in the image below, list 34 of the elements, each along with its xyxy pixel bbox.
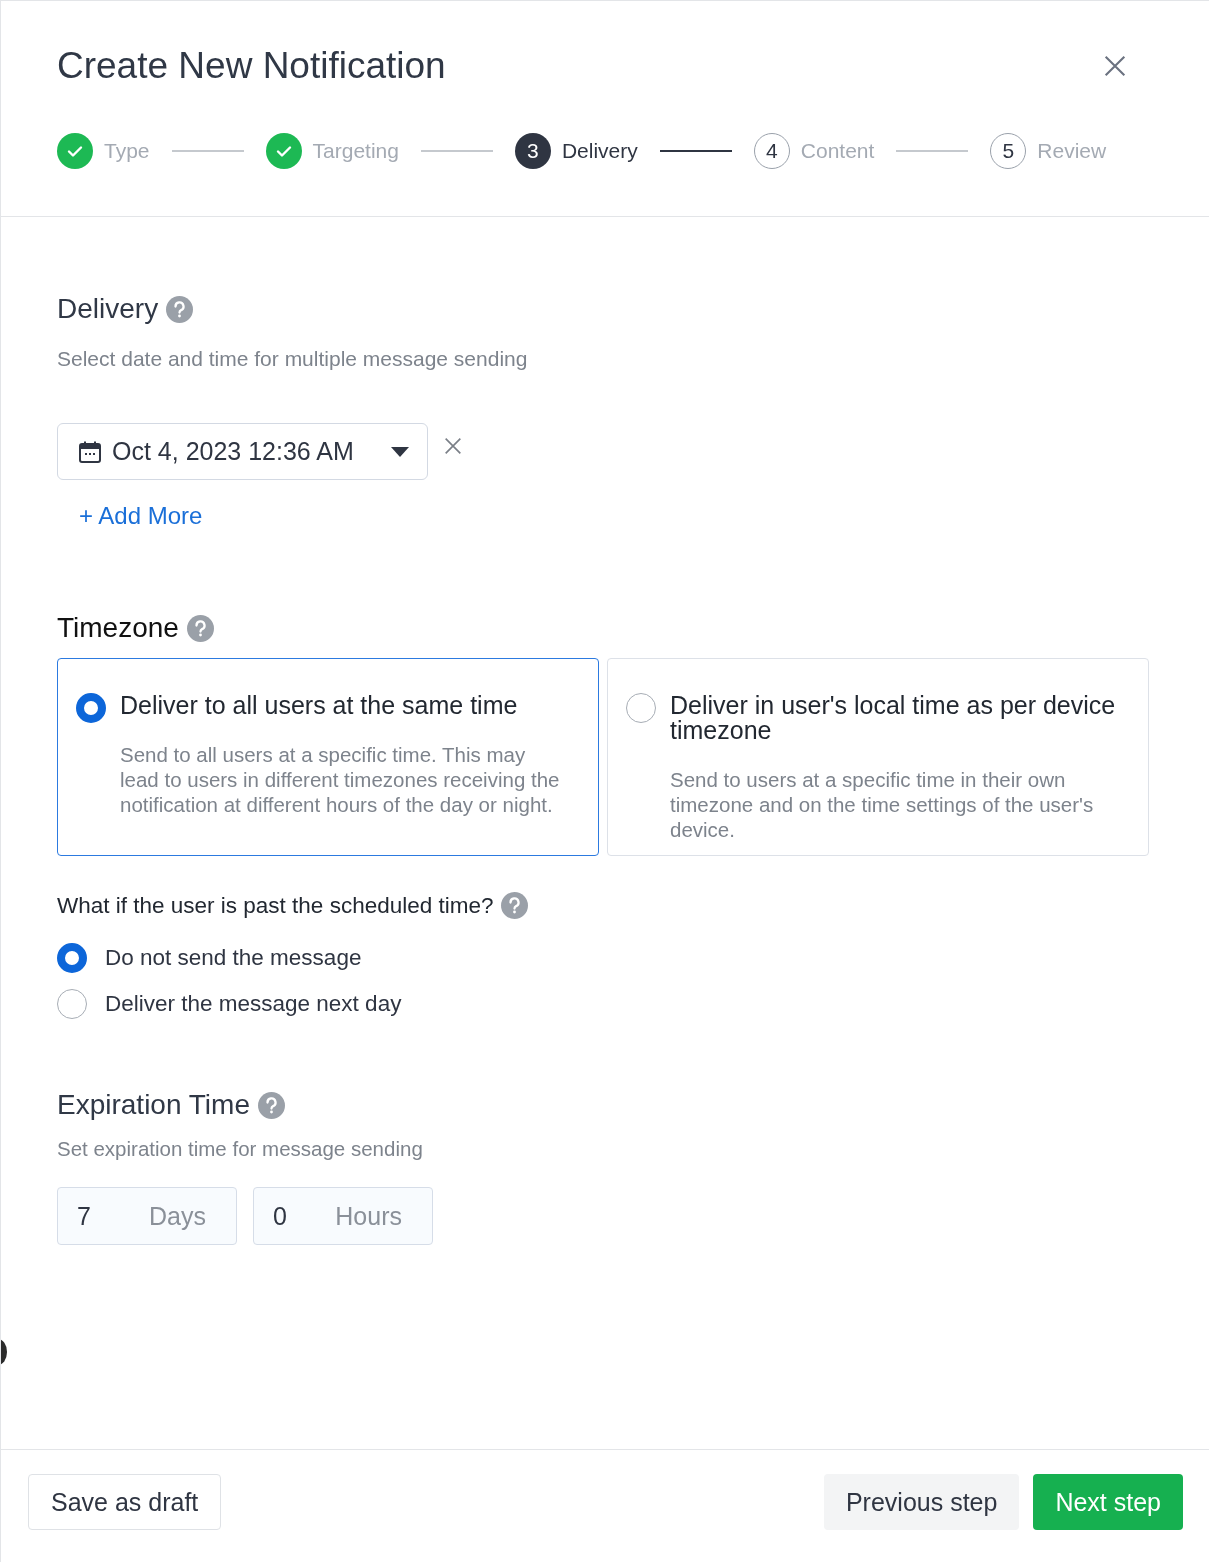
help-icon[interactable]: [257, 1091, 285, 1119]
question-label: What if the user is past the scheduled time?: [57, 892, 494, 919]
date-time-picker[interactable]: Oct 4, 2023 12:36 AM: [57, 423, 428, 480]
help-icon[interactable]: [501, 892, 529, 919]
calendar-icon: [78, 439, 102, 464]
radio-label: Do not send the message: [105, 945, 362, 971]
option-description: Send to all users at a specific time. This may lead to users in different timezones receiving the notification at different hours of the day or night.: [120, 742, 561, 817]
section-description: Set expiration time for message sending: [57, 1137, 424, 1161]
save-draft-button[interactable]: Save as draft: [28, 1474, 222, 1530]
section-description: Select date and time for multiple message sending: [57, 347, 529, 371]
option-title: Deliver in user's local time as per device timezone: [670, 693, 1117, 743]
dialog-title: Create New Notification: [57, 45, 446, 87]
radio-label: Deliver the message next day: [105, 991, 402, 1017]
radio-button[interactable]: [76, 693, 106, 723]
previous-step-button[interactable]: Previous step: [823, 1474, 1020, 1530]
dropdown-caret-icon: [391, 446, 409, 457]
help-icon[interactable]: [166, 295, 194, 323]
duration-input-field[interactable]: 0 Hours: [253, 1187, 433, 1245]
remove-date-button[interactable]: [442, 435, 464, 457]
help-icon[interactable]: [186, 614, 214, 642]
timezone-option-card[interactable]: Deliver in user's local time as per device timezone Send to users at a specific time in their own timezone and on the time settings of the user's device.: [607, 658, 1149, 856]
duration-input-field[interactable]: 7 Days: [57, 1187, 237, 1245]
radio-button[interactable]: [57, 943, 87, 973]
add-more-link[interactable]: + Add More: [79, 502, 203, 530]
section-heading: Delivery: [57, 293, 159, 325]
section-heading: Timezone: [57, 612, 179, 644]
option-title: Deliver to all users at the same time: [120, 693, 519, 718]
radio-button[interactable]: [626, 693, 656, 723]
section-heading: Expiration Time: [57, 1089, 250, 1121]
radio-button[interactable]: [57, 989, 87, 1019]
option-description: Send to users at a specific time in their own timezone and on the time settings of the user's device.: [670, 767, 1095, 842]
timezone-option-card[interactable]: Deliver to all users at the same time Send to all users at a specific time. This may lead to users in different timezones receiving the notification at different hours of the day or night.: [57, 658, 599, 856]
step-label[interactable]: Delivery: [561, 139, 638, 163]
step-number: 3: [514, 133, 551, 169]
